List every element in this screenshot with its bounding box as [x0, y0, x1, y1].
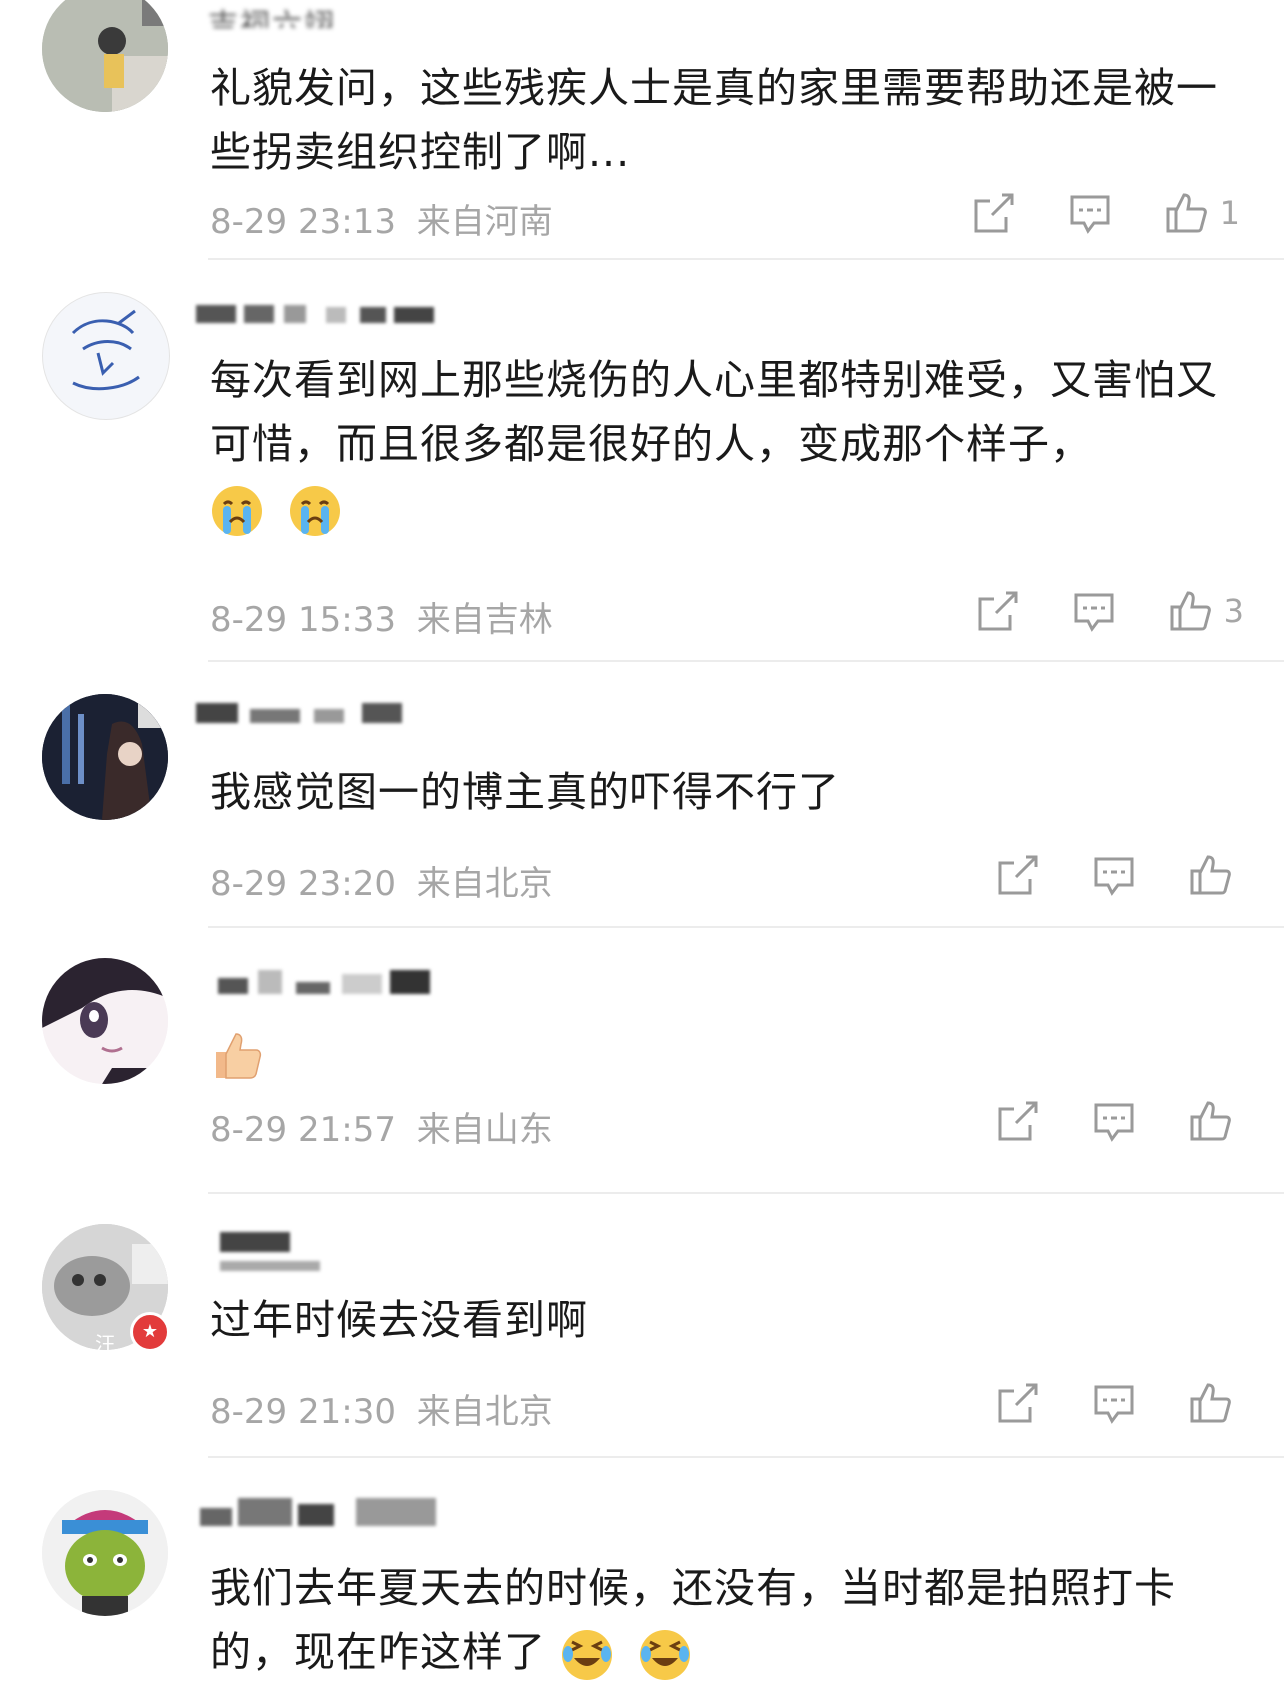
divider	[208, 258, 1284, 260]
like-count: 3	[1223, 592, 1244, 630]
comment-text: 礼貌发问，这些残疾人士是真的家里需要帮助还是被一些拐卖组织控制了啊...	[210, 64, 1218, 176]
comment-location: 来自吉林	[416, 600, 553, 640]
share-button[interactable]	[972, 191, 1016, 235]
comment-actions: 3	[976, 588, 1244, 634]
comment-location: 来自河南	[416, 202, 553, 242]
comment-text: 我感觉图一的博主真的吓得不行了	[210, 768, 840, 816]
comment-text-line1: 我们去年夏天去的时候，还没有，当时都是拍照打卡	[210, 1564, 1176, 1612]
divider	[208, 1192, 1284, 1194]
comment-meta: 8-29 23:20 来自北京	[210, 856, 553, 905]
comment-location: 来自北京	[416, 1392, 553, 1432]
comment-text	[210, 1020, 1250, 1084]
comment-actions: 1	[972, 190, 1240, 236]
comment-meta: 8-29 21:30 来自北京	[210, 1384, 553, 1433]
username-redacted	[200, 1498, 460, 1530]
share-icon	[974, 193, 1014, 233]
share-icon	[978, 591, 1018, 631]
thumbs-up-icon	[1166, 193, 1207, 233]
share-button[interactable]	[996, 1099, 1040, 1143]
share-icon	[998, 855, 1038, 895]
comment-text-body: 每次看到网上那些烧伤的人心里都特别难受，又害怕又可惜，而且很多都是很好的人，变成…	[210, 356, 1218, 468]
emoji-thumbs-up	[210, 1028, 274, 1079]
comment-meta: 8-29 15:33 来自吉林	[210, 592, 553, 641]
comment-icon	[1070, 195, 1110, 234]
username-redacted	[220, 1232, 340, 1271]
emoji-laughing-crying-face	[638, 1628, 702, 1680]
username-redacted	[218, 970, 458, 1000]
like-count: 1	[1219, 194, 1240, 232]
comment-time: 8-29 15:33	[210, 600, 396, 640]
emoji-laughing-crying-face	[560, 1628, 638, 1680]
share-button[interactable]	[976, 589, 1020, 633]
comment-actions	[996, 1380, 1232, 1426]
username-redacted	[196, 305, 441, 327]
comment-icon	[1094, 1385, 1134, 1424]
comment-text: 每次看到网上那些烧伤的人心里都特别难受，又害怕又可惜，而且很多都是很好的人，变成…	[210, 348, 1250, 540]
avatar[interactable]	[42, 1490, 168, 1616]
like-button[interactable]	[1188, 1381, 1232, 1425]
share-icon	[998, 1383, 1038, 1423]
avatar-badge-text: 汪	[95, 1332, 115, 1356]
comment-actions	[996, 852, 1232, 898]
comment-icon	[1094, 857, 1134, 896]
avatar[interactable]	[42, 292, 170, 420]
comment-meta: 8-29 21:57 来自山东	[210, 1102, 553, 1151]
share-button[interactable]	[996, 1381, 1040, 1425]
emoji-crying-face	[288, 484, 352, 536]
thumbs-up-icon	[1190, 855, 1231, 895]
reply-button[interactable]	[1072, 589, 1116, 633]
divider	[208, 1456, 1284, 1458]
username-redacted	[196, 703, 406, 727]
share-button[interactable]	[996, 853, 1040, 897]
avatar[interactable]	[42, 958, 168, 1084]
share-icon	[998, 1101, 1038, 1141]
comment-time: 8-29 23:20	[210, 864, 396, 904]
username[interactable]: 吉祠六翊	[208, 0, 378, 28]
reply-button[interactable]	[1092, 1099, 1136, 1143]
avatar[interactable]	[42, 0, 168, 112]
comment-actions	[996, 1098, 1232, 1144]
comment-text: 我们去年夏天去的时候，还没有，当时都是拍照打卡 的，现在咋这样了	[210, 1556, 1250, 1684]
comment-text: 过年时候去没看到啊	[210, 1296, 588, 1344]
like-button[interactable]: 1	[1164, 191, 1240, 235]
comment-time: 8-29 21:30	[210, 1392, 396, 1432]
like-button[interactable]: 3	[1168, 589, 1244, 633]
thumbs-up-icon	[1170, 591, 1211, 631]
like-button[interactable]	[1188, 853, 1232, 897]
comment-location: 来自北京	[416, 864, 553, 904]
comment-meta: 8-29 23:13 来自河南	[210, 194, 553, 243]
thumbs-up-icon	[1190, 1101, 1231, 1141]
avatar[interactable]	[42, 694, 168, 820]
comment-text-line2: 的，现在咋这样了	[210, 1628, 546, 1676]
divider	[208, 926, 1284, 928]
reply-button[interactable]	[1068, 191, 1112, 235]
like-button[interactable]	[1188, 1099, 1232, 1143]
comment-time: 8-29 21:57	[210, 1110, 396, 1150]
comment-time: 8-29 23:13	[210, 202, 396, 242]
emoji-crying-face	[210, 484, 288, 536]
thumbs-up-icon	[1190, 1383, 1231, 1423]
verified-badge: ★	[130, 1312, 170, 1352]
reply-button[interactable]	[1092, 1381, 1136, 1425]
comment-icon	[1094, 1103, 1134, 1142]
comment-icon	[1074, 593, 1114, 632]
divider	[208, 660, 1284, 662]
reply-button[interactable]	[1092, 853, 1136, 897]
comment-location: 来自山东	[416, 1110, 553, 1150]
